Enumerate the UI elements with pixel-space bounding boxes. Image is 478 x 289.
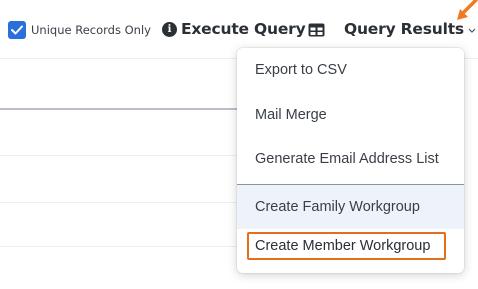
execute-query-button[interactable]: i Execute Query xyxy=(162,20,306,38)
menu-item-mail-merge[interactable]: Mail Merge xyxy=(237,93,464,137)
table-row-divider xyxy=(0,246,240,247)
menu-item-export-csv[interactable]: Export to CSV xyxy=(237,48,464,92)
menu-item-create-member-workgroup[interactable]: Create Member Workgroup xyxy=(247,232,446,260)
info-icon: i xyxy=(162,21,177,37)
table-row-divider xyxy=(0,155,240,156)
table-header-divider xyxy=(0,108,240,110)
execute-query-label: Execute Query xyxy=(181,20,306,38)
unique-records-checkbox[interactable] xyxy=(8,21,26,39)
chevron-down-icon xyxy=(468,28,476,33)
unique-records-label: Unique Records Only xyxy=(31,23,151,37)
menu-item-create-family-workgroup[interactable]: Create Family Workgroup xyxy=(237,185,464,229)
query-results-label: Query Results xyxy=(344,20,464,38)
menu-item-label: Mail Merge xyxy=(255,107,327,123)
orange-arrow-icon xyxy=(457,0,478,20)
menu-item-generate-email-list[interactable]: Generate Email Address List xyxy=(237,137,464,181)
checkmark-icon xyxy=(11,25,23,35)
menu-item-label: Generate Email Address List xyxy=(255,151,439,167)
menu-item-label: Create Member Workgroup xyxy=(255,238,431,254)
table-view-icon[interactable] xyxy=(308,22,325,41)
table-row-divider xyxy=(0,202,240,203)
menu-item-label: Export to CSV xyxy=(255,62,347,78)
unique-records-checkbox-row[interactable]: Unique Records Only xyxy=(8,21,151,39)
query-results-menu: Export to CSV Mail Merge Generate Email … xyxy=(237,48,464,273)
menu-item-label: Create Family Workgroup xyxy=(255,199,420,215)
